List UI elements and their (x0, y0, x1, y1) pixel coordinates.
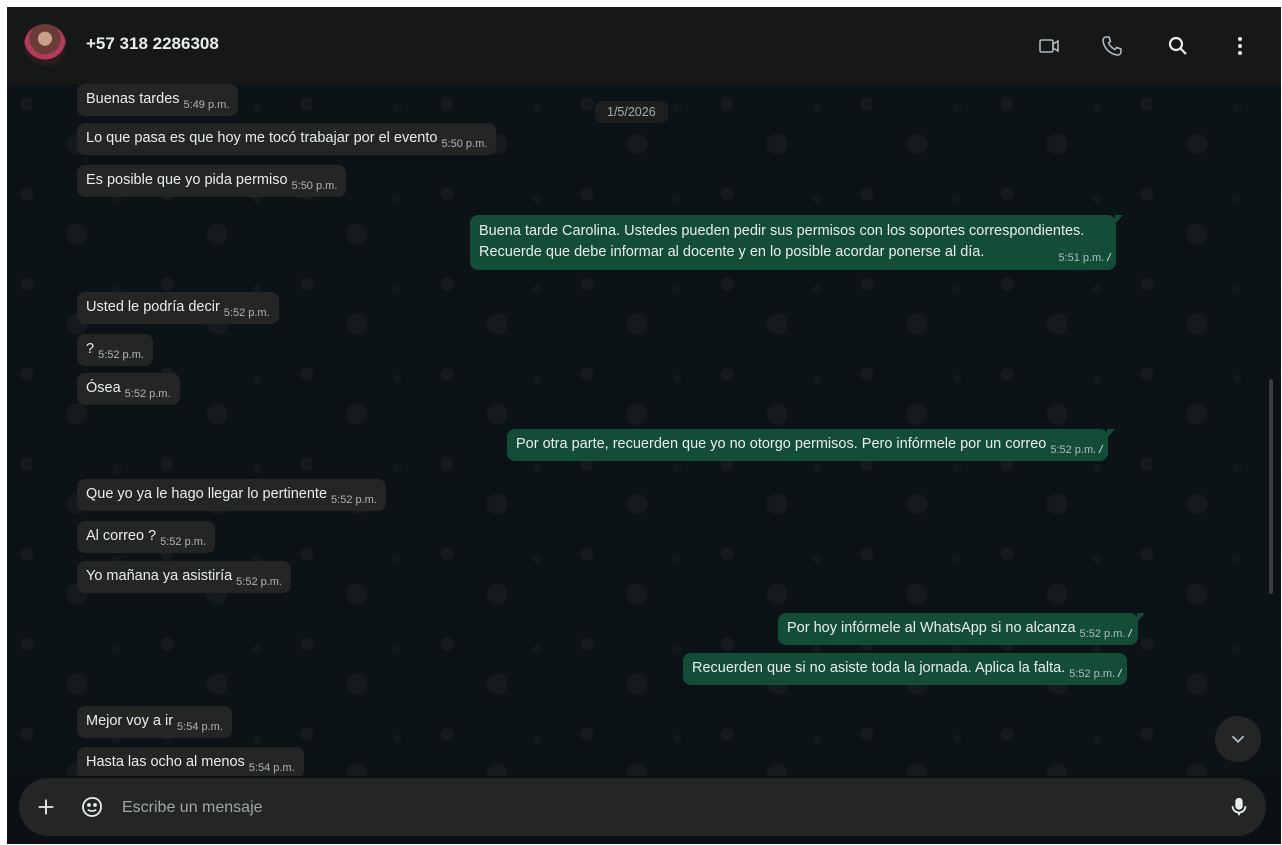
message-time: 5:49 p.m. (183, 99, 230, 111)
message-incoming[interactable]: Mejor voy a ir 5:54 p.m. (77, 706, 232, 738)
message-text: Al correo ? (86, 528, 157, 544)
voice-message-button[interactable] (1226, 793, 1252, 821)
message-incoming[interactable]: ? 5:52 p.m. (77, 334, 153, 366)
message-time: 5:54 p.m. (177, 721, 223, 733)
message-text: Que yo ya le hago llegar lo pertinente (86, 486, 328, 502)
message-time: 5:54 p.m. (248, 762, 295, 774)
message-time: 5:52 p.m. (223, 307, 270, 319)
search-icon[interactable] (1165, 33, 1191, 59)
message-time: 5:50 p.m. (441, 138, 488, 150)
message-time: 5:52 p.m. (331, 494, 377, 506)
plus-icon (38, 799, 54, 815)
message-time: 5:52 p.m. (1050, 444, 1097, 456)
microphone-icon (1231, 797, 1247, 816)
message-text: Por otra parte, recuerden que yo no otor… (516, 436, 1047, 452)
message-text-line: Buena tarde Carolina. Ustedes pueden ped… (479, 223, 1085, 239)
message-list[interactable]: 1/5/2026 Buenas tardes 5:49 p.m. Lo que p… (7, 84, 1281, 776)
message-time: 5:52 p.m. (1079, 628, 1126, 640)
message-outgoing[interactable]: Por otra parte, recuerden que yo no otor… (507, 429, 1116, 461)
scroll-to-bottom-button[interactable] (1215, 716, 1261, 762)
chat-scrollbar[interactable] (1269, 379, 1273, 594)
message-time: 5:51 p.m. (1058, 252, 1105, 264)
message-input[interactable] (120, 790, 1204, 826)
chevron-down-icon (1231, 735, 1245, 744)
message-outgoing[interactable]: Buena tarde Carolina. Ustedes pueden ped… (470, 215, 1124, 270)
message-time: 5:52 p.m. (98, 349, 144, 361)
message-text: Mejor voy a ir (86, 713, 174, 729)
message-incoming[interactable]: Es posible que yo pida permiso 5:50 p.m. (77, 165, 347, 197)
message-incoming[interactable]: Buenas tardes 5:49 p.m. (77, 84, 239, 116)
message-time: 5:52 p.m. (124, 388, 171, 400)
phone-icon[interactable] (1099, 33, 1125, 59)
message-outgoing[interactable]: Por hoy infórmele al WhatsApp si no alca… (778, 613, 1145, 645)
message-text-line: Recuerde que debe informar al docente y … (479, 244, 985, 260)
message-composer (19, 778, 1266, 836)
whatsapp-chat-window: +57 318 2286308 1/5/2026 Buenas tardes 5:… (7, 7, 1281, 844)
video-call-icon[interactable] (1036, 33, 1062, 59)
message-incoming[interactable]: Al correo ? 5:52 p.m. (77, 521, 215, 553)
message-text: Lo que pasa es que hoy me tocó trabajar … (86, 130, 438, 146)
message-time: 5:52 p.m. (160, 536, 206, 548)
message-text: Hasta las ocho al menos (86, 754, 245, 770)
message-outgoing[interactable]: Recuerden que si no asiste toda la jorna… (683, 653, 1128, 685)
message-incoming[interactable]: Que yo ya le hago llegar lo pertinente 5:… (77, 479, 386, 511)
message-text: Buenas tardes (86, 91, 180, 107)
message-text: Ósea (86, 380, 121, 396)
message-text: ? (86, 341, 95, 357)
sticker-icon (82, 797, 102, 817)
attach-button[interactable] (33, 794, 59, 820)
contact-name[interactable]: +57 318 2286308 (86, 34, 219, 54)
message-incoming[interactable]: Hasta las ocho al menos 5:54 p.m. (77, 747, 304, 776)
message-incoming[interactable]: Yo mañana ya asistiría 5:52 p.m. (77, 561, 292, 593)
message-text: Yo mañana ya asistiría (86, 568, 233, 584)
message-time: 5:50 p.m. (291, 180, 338, 192)
message-time: 5:52 p.m. (236, 576, 283, 588)
message-text: Es posible que yo pida permiso (86, 172, 288, 188)
message-text: Usted le podría decir (86, 299, 220, 315)
message-incoming[interactable]: Lo que pasa es que hoy me tocó trabajar … (77, 123, 497, 155)
message-incoming[interactable]: Usted le podría decir 5:52 p.m. (77, 292, 279, 324)
chat-header: +57 318 2286308 (7, 7, 1281, 84)
contact-avatar[interactable] (24, 24, 66, 66)
message-time: 5:52 p.m. (1069, 668, 1116, 680)
message-text: Recuerden que si no asiste toda la jorna… (692, 660, 1066, 676)
date-separator: 1/5/2026 (595, 101, 668, 123)
message-text: Por hoy infórmele al WhatsApp si no alca… (787, 620, 1076, 636)
menu-icon[interactable] (1227, 33, 1253, 59)
emoji-button[interactable] (79, 794, 105, 820)
message-incoming[interactable]: Ósea 5:52 p.m. (77, 373, 180, 405)
